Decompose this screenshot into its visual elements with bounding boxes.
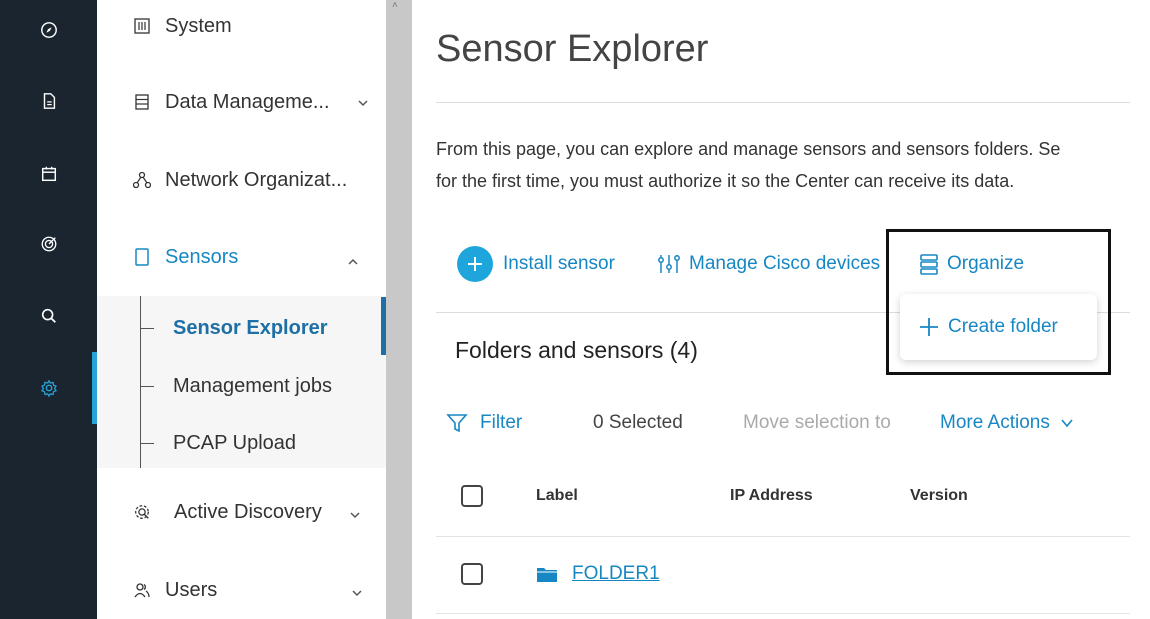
database-icon: [133, 93, 151, 111]
filter-button[interactable]: Filter: [446, 410, 522, 436]
compass-icon[interactable]: [0, 12, 97, 48]
sidebar-item-users[interactable]: Users: [97, 576, 386, 604]
selected-count: 0 Selected: [593, 412, 683, 433]
sidebar-item-active-discovery[interactable]: Active Discovery: [97, 498, 386, 526]
document-icon[interactable]: [0, 83, 97, 119]
description-line-2: for the first time, you must authorize i…: [436, 171, 1015, 191]
manage-cisco-devices-label: Manage Cisco devices: [689, 253, 881, 274]
tablet-icon: [133, 248, 151, 266]
network-icon: [133, 171, 151, 189]
sidebar-item-label: Data Manageme...: [165, 90, 330, 113]
sidebar-item-label: Active Discovery: [174, 500, 322, 523]
highlight-box: [886, 229, 1111, 375]
more-actions-label: More Actions: [940, 412, 1050, 433]
chevron-down-icon[interactable]: [357, 92, 369, 107]
section-title: Folders and sensors (4): [455, 337, 698, 363]
chevron-down-icon: [1060, 417, 1074, 429]
sidebar-item-data-management[interactable]: Data Manageme...: [97, 88, 386, 116]
column-header-label[interactable]: Label: [536, 487, 578, 505]
sidebar-item-network-organization[interactable]: Network Organizat...: [97, 166, 386, 194]
folder-icon: [536, 565, 558, 583]
page-title: Sensor Explorer: [436, 28, 709, 70]
divider: [436, 102, 1130, 103]
search-icon[interactable]: [0, 298, 97, 334]
sidebar-scrollbar[interactable]: [386, 0, 412, 619]
more-actions-button[interactable]: More Actions: [940, 410, 1074, 436]
description-line-1: From this page, you can explore and mana…: [436, 139, 1061, 159]
main-content: Sensor Explorer From this page, you can …: [412, 0, 1150, 619]
install-sensor-label: Install sensor: [503, 253, 615, 274]
filter-label: Filter: [480, 412, 523, 433]
submenu-item-management-jobs[interactable]: Management jobs: [140, 372, 332, 400]
page-description: From this page, you can explore and mana…: [436, 133, 1060, 197]
sidebar-item-label: Users: [165, 578, 218, 601]
chevron-down-icon[interactable]: [349, 504, 361, 519]
system-icon: [133, 17, 151, 35]
row-checkbox[interactable]: [461, 563, 483, 585]
sidebar-item-label: System: [165, 14, 232, 37]
scroll-up-arrow-icon[interactable]: ˄: [392, 0, 398, 11]
app-root: System Data Manageme... Network Organiza…: [0, 0, 1150, 619]
sidebar-item-label: Network Organizat...: [165, 168, 348, 191]
table-divider: [436, 613, 1130, 614]
column-header-ip-address[interactable]: IP Address: [730, 487, 813, 505]
install-sensor-button[interactable]: Install sensor: [457, 246, 615, 282]
settings-sliders-icon: [657, 253, 681, 275]
target-icon[interactable]: [0, 226, 97, 262]
move-selection-button[interactable]: Move selection to: [743, 410, 891, 436]
manage-cisco-devices-button[interactable]: Manage Cisco devices: [657, 246, 880, 282]
submenu-item-pcap-upload[interactable]: PCAP Upload: [140, 429, 296, 457]
icon-rail: [0, 0, 97, 619]
discovery-icon: [133, 503, 151, 521]
submenu-item-sensor-explorer[interactable]: Sensor Explorer: [140, 314, 328, 342]
plus-circle-icon: [457, 246, 493, 282]
folder-name: FOLDER1: [572, 563, 660, 584]
table-divider: [436, 536, 1130, 537]
chevron-down-icon[interactable]: [351, 582, 363, 597]
folder-link[interactable]: FOLDER1: [536, 563, 660, 585]
gear-icon[interactable]: [0, 370, 97, 406]
sidebar: System Data Manageme... Network Organiza…: [97, 0, 386, 619]
select-all-checkbox[interactable]: [461, 485, 483, 507]
calendar-icon[interactable]: [0, 156, 97, 192]
users-icon: [133, 581, 151, 599]
submenu-item-label: PCAP Upload: [173, 431, 297, 454]
submenu-item-label: Management jobs: [173, 374, 332, 397]
filter-icon: [446, 412, 468, 434]
chevron-up-icon[interactable]: [347, 251, 359, 265]
submenu-item-label: Sensor Explorer: [173, 316, 328, 339]
sidebar-item-system[interactable]: System: [97, 12, 386, 40]
sidebar-item-sensors[interactable]: Sensors: [97, 243, 386, 271]
column-header-version[interactable]: Version: [910, 487, 968, 505]
sidebar-item-label: Sensors: [165, 245, 239, 268]
